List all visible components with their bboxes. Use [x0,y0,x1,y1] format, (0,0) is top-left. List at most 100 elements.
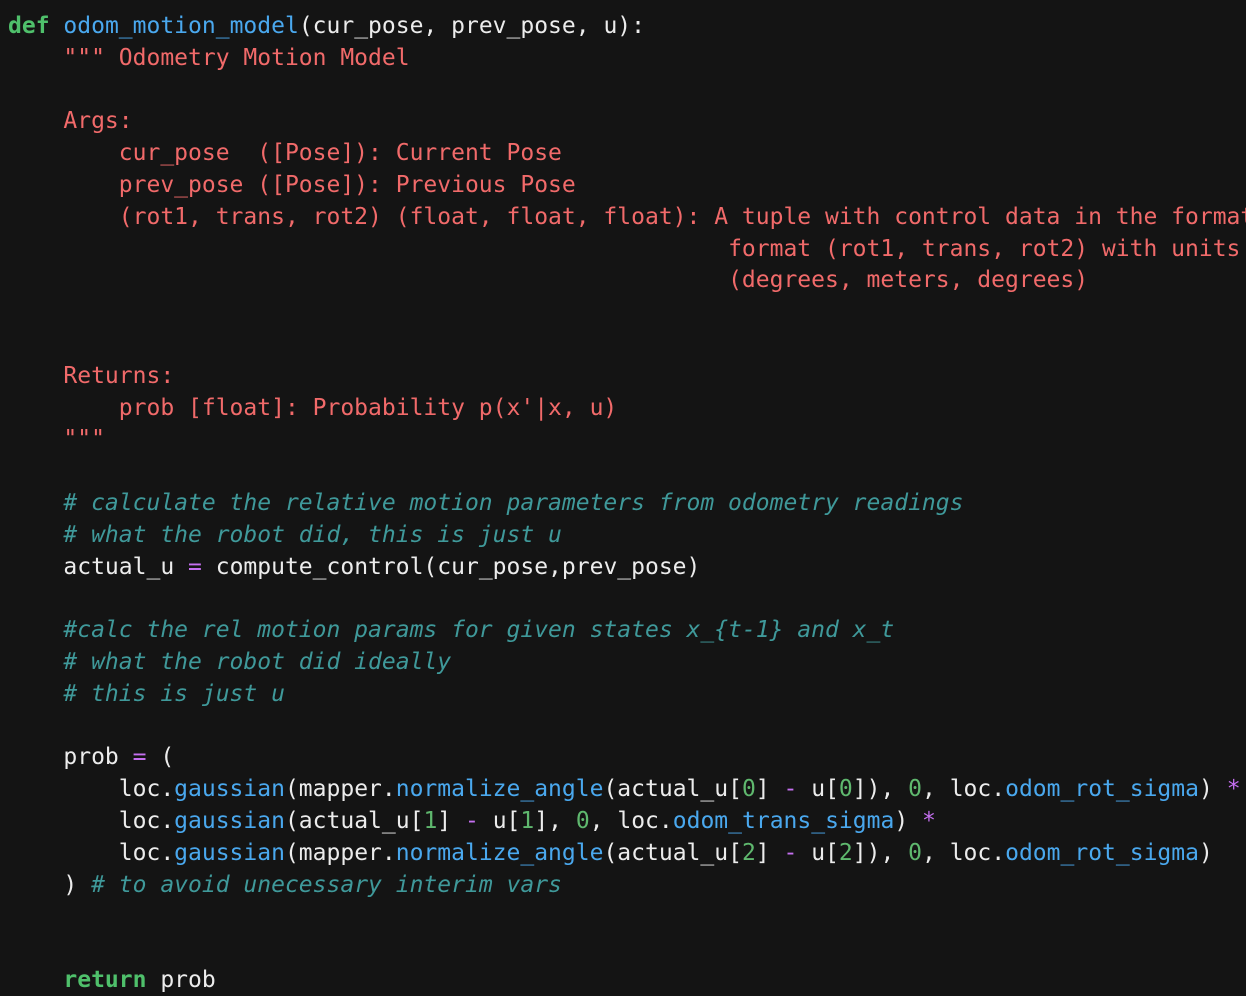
code-text-token: ) [8,871,92,898]
keyword-token: def [8,13,50,39]
code-text-token: ] [755,776,784,803]
code-line: (rot1, trans, rot2) (float, float, float… [8,201,1246,233]
code-text-token: ]), [852,839,909,866]
operator-token: * [922,808,936,834]
code-line: Returns: [8,360,174,392]
code-line: loc.gaussian(actual_u[1] - u[1], 0, loc.… [8,805,936,837]
code-text-token: , loc. [589,808,673,834]
code-text-token: u[ [478,808,521,834]
function-name-token: odom_rot_sigma [1005,839,1199,866]
operator-token: = [132,744,147,771]
string-token: """ Odometry Motion Model [63,44,410,71]
operator-token: * [1226,776,1241,803]
comment-token: # what the robot did, this is just u [63,521,562,548]
code-editor[interactable]: def odom_motion_model(cur_pose, prev_pos… [0,0,1246,993]
code-line: format (rot1, trans, rot2) with units [8,233,1240,265]
code-line: prev_pose ([Pose]): Previous Pose [8,169,576,201]
number-token: 0 [838,776,853,803]
code-text-token: prob [146,967,216,993]
code-line: """ [8,423,105,455]
number-token: 2 [741,839,756,866]
operator-token: = [188,553,202,580]
function-name-token: normalize_angle [395,839,604,866]
code-line: return prob [8,964,216,996]
code-text-token: loc. [8,776,175,803]
function-name-token: odom_motion_model [63,13,299,39]
code-line: prob [float]: Probability p(x'|x, u) [8,392,618,424]
code-text-token: (actual_u[ [284,808,424,834]
code-line: #calc the rel motion params for given st… [8,614,894,646]
code-line: """ Odometry Motion Model [8,42,410,74]
string-token: prob [float]: Probability p(x'|x, u) [118,394,618,421]
string-token: (rot1, trans, rot2) (float, float, float… [118,203,1246,230]
operator-token: - [783,776,798,803]
code-line: Args: [8,105,133,137]
code-line: loc.gaussian(mapper.normalize_angle(actu… [8,837,1213,869]
code-line: loc.gaussian(mapper.normalize_angle(actu… [8,773,1241,805]
comment-token: # what the robot did ideally [63,649,452,675]
code-line: # what the robot did ideally [8,646,451,678]
code-text-token: (mapper. [284,776,396,803]
code-text-token: ], [534,808,576,834]
number-token: 1 [520,808,535,834]
string-token: """ [63,426,105,453]
string-token: (degrees, meters, degrees) [728,267,1089,294]
code-text-token: (actual_u[ [603,776,742,803]
number-token: 0 [908,776,923,803]
number-token: 0 [908,839,923,866]
code-line: prob = ( [8,741,174,773]
comment-token: # to avoid unecessary interim vars [91,871,562,898]
code-text-token: loc. [8,839,175,866]
code-text-token: ] [755,839,784,866]
string-token: Args: [63,108,133,135]
code-text-token: ( [146,744,175,771]
code-text-token: ] [437,808,465,834]
code-line: # calculate the relative motion paramete… [8,487,963,519]
code-text-token: ) [1198,839,1213,866]
operator-token: - [783,839,798,866]
function-name-token: odom_rot_sigma [1005,776,1199,803]
number-token: 1 [423,808,438,834]
number-token: 0 [741,776,756,803]
code-line: # this is just u [8,678,285,710]
code-line: (degrees, meters, degrees) [8,264,1088,296]
code-text-token: , loc. [922,776,1006,803]
code-line: actual_u = compute_control(cur_pose,prev… [8,551,700,583]
function-name-token: gaussian [174,839,285,866]
function-name-token: gaussian [174,808,285,834]
code-text-token: loc. [8,808,175,834]
code-text-token: actual_u [8,553,189,580]
code-text-token: u[ [797,776,839,803]
code-text-token: (actual_u[ [603,839,742,866]
string-token: cur_pose ([Pose]): Current Pose [118,140,562,167]
function-name-token: gaussian [174,776,285,803]
code-text-token: (cur_pose, prev_pose, u): [298,13,645,39]
comment-token: # calculate the relative motion paramete… [63,490,964,516]
code-text-token: ) [894,808,923,834]
code-text-token: compute_control(cur_pose,prev_pose) [201,553,701,580]
number-token: 0 [575,808,590,834]
code-text-token: ) [1198,776,1227,803]
code-line: cur_pose ([Pose]): Current Pose [8,137,562,169]
keyword-token: return [63,967,147,993]
code-line: def odom_motion_model(cur_pose, prev_pos… [8,10,645,42]
code-text-token: (mapper. [284,839,396,866]
function-name-token: odom_trans_sigma [672,808,895,834]
string-token: Returns: [63,362,175,389]
